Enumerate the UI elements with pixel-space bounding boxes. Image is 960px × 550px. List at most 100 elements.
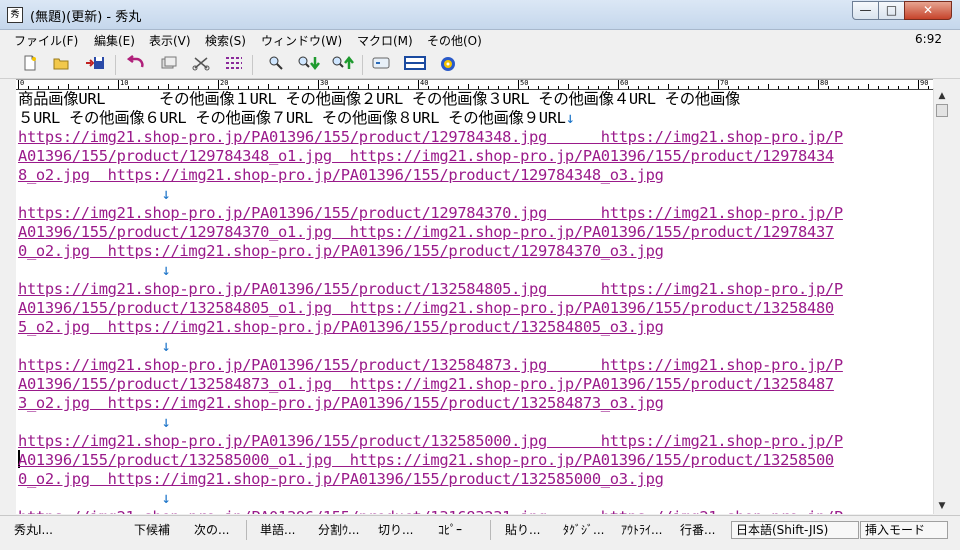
status-paste[interactable]: 貼り...: [505, 521, 540, 538]
text-editor[interactable]: 商品画像URL その他画像１URL その他画像２URL その他画像３URL その…: [16, 90, 933, 514]
help-icon[interactable]: [437, 55, 459, 75]
url-line[interactable]: 8_o2.jpg https://img21.shop-pro.jp/PA013…: [18, 166, 664, 185]
ruler-tick: [348, 86, 349, 89]
ruler-label: 80: [820, 79, 829, 87]
status-split[interactable]: 分割ｳ...: [318, 521, 359, 538]
copy-icon[interactable]: [158, 55, 180, 75]
status-cut[interactable]: 切り...: [378, 521, 413, 538]
maximize-icon: □: [885, 3, 898, 17]
url-line[interactable]: https://img21.shop-pro.jp/PA01396/155/pr…: [18, 508, 843, 514]
ruler-tick: [218, 80, 219, 89]
ruler-tick: [318, 80, 319, 89]
ruler-tick: [488, 86, 489, 89]
maximize-button[interactable]: □: [878, 1, 905, 20]
cut-icon[interactable]: [190, 55, 212, 75]
save-icon[interactable]: [84, 55, 106, 75]
app-icon[interactable]: 秀: [7, 7, 23, 23]
search-icon[interactable]: [265, 55, 287, 75]
ruler-label: 70: [720, 79, 729, 87]
ruler-tick: [178, 86, 179, 89]
menu-search[interactable]: 検索(S): [205, 32, 246, 49]
ruler-tick: [18, 80, 19, 89]
menu-file[interactable]: ファイル(F): [14, 32, 78, 49]
status-separator: [490, 520, 491, 540]
url-line[interactable]: A01396/155/product/129784348_o1.jpg http…: [18, 147, 834, 166]
status-copy[interactable]: ｺﾋﾟｰ: [438, 521, 462, 538]
url-line[interactable]: A01396/155/product/132584873_o1.jpg http…: [18, 375, 834, 394]
close-button[interactable]: ✕: [904, 1, 952, 20]
ruler-tick: [48, 86, 49, 89]
url-line[interactable]: https://img21.shop-pro.jp/PA01396/155/pr…: [18, 128, 843, 147]
minimize-button[interactable]: —: [852, 1, 879, 20]
vertical-scrollbar[interactable]: ▲ ▼: [933, 88, 950, 514]
ruler-tick: [358, 86, 359, 89]
menu-window[interactable]: ウィンドウ(W): [261, 32, 342, 49]
ruler-tick: [248, 86, 249, 89]
ruler-label: 30: [320, 79, 329, 87]
url-line[interactable]: https://img21.shop-pro.jp/PA01396/155/pr…: [18, 356, 843, 375]
open-folder-icon[interactable]: [50, 55, 72, 75]
ruler-tick: [118, 80, 119, 89]
url-line[interactable]: 0_o2.jpg https://img21.shop-pro.jp/PA013…: [18, 470, 664, 489]
menu-macro[interactable]: マクロ(M): [357, 32, 413, 49]
ruler-tick: [918, 80, 919, 89]
status-line-number[interactable]: 行番...: [680, 521, 715, 538]
ruler-label: 20: [220, 79, 229, 87]
status-next-candidate[interactable]: 下候補: [134, 521, 170, 538]
ruler-tick: [68, 84, 69, 89]
window-icon[interactable]: [404, 55, 426, 75]
search-prev-icon[interactable]: [331, 55, 354, 75]
ruler-tick: [878, 86, 879, 89]
status-tag-jump[interactable]: ﾀｸﾞｼﾞ...: [563, 521, 604, 538]
ruler-tick: [458, 86, 459, 89]
toolbar-separator: [252, 55, 253, 75]
url-line[interactable]: https://img21.shop-pro.jp/PA01396/155/pr…: [18, 280, 843, 299]
search-next-icon[interactable]: [297, 55, 320, 75]
line-break-marker: ↓: [18, 185, 171, 203]
paste-icon[interactable]: [223, 55, 245, 75]
text-line: ５URL その他画像６URL その他画像７URL その他画像８URL その他画像…: [18, 109, 575, 127]
ruler-tick: [758, 86, 759, 89]
scroll-down-icon[interactable]: ▼: [934, 498, 950, 514]
ruler-tick: [658, 86, 659, 89]
encoding-indicator[interactable]: 日本語(Shift-JIS): [731, 521, 859, 539]
ruler-tick: [478, 86, 479, 89]
ruler-tick: [698, 86, 699, 89]
ruler-label: 0: [20, 79, 25, 87]
url-line[interactable]: 3_o2.jpg https://img21.shop-pro.jp/PA013…: [18, 394, 664, 413]
grep-icon[interactable]: [370, 55, 392, 75]
status-word[interactable]: 単語...: [260, 521, 295, 538]
scrollbar-thumb[interactable]: [936, 104, 948, 117]
ruler-tick: [278, 86, 279, 89]
url-line[interactable]: 5_o2.jpg https://img21.shop-pro.jp/PA013…: [18, 318, 664, 337]
toolbar: [0, 51, 960, 79]
menu-other[interactable]: その他(O): [427, 32, 482, 49]
clock-display: 6:92: [915, 32, 942, 46]
insert-mode-indicator[interactable]: 挿入モード: [860, 521, 948, 539]
url-line[interactable]: https://img21.shop-pro.jp/PA01396/155/pr…: [18, 432, 843, 451]
url-line[interactable]: A01396/155/product/129784370_o1.jpg http…: [18, 223, 834, 242]
url-line[interactable]: A01396/155/product/132584805_o1.jpg http…: [18, 299, 834, 318]
ruler-tick: [688, 86, 689, 89]
url-line[interactable]: A01396/155/product/132585000_o1.jpg http…: [18, 451, 834, 470]
status-outline[interactable]: ｱｳﾄﾗｲ...: [621, 521, 662, 538]
undo-icon[interactable]: [125, 55, 147, 75]
new-file-icon[interactable]: [19, 55, 41, 75]
scroll-up-icon[interactable]: ▲: [934, 88, 950, 104]
ruler-tick: [158, 86, 159, 89]
ruler-tick: [838, 86, 839, 89]
ruler-tick: [208, 86, 209, 89]
url-line[interactable]: 0_o2.jpg https://img21.shop-pro.jp/PA013…: [18, 242, 664, 261]
close-icon: ✕: [922, 3, 934, 17]
ruler-tick: [818, 80, 819, 89]
ruler-tick: [868, 84, 869, 89]
ruler-tick: [138, 86, 139, 89]
menu-edit[interactable]: 編集(E): [94, 32, 135, 49]
title-bar: 秀 (無題)(更新) - 秀丸 — □ ✕: [0, 0, 960, 30]
menu-view[interactable]: 表示(V): [149, 32, 191, 49]
status-next[interactable]: 次の...: [194, 521, 229, 538]
url-line[interactable]: https://img21.shop-pro.jp/PA01396/155/pr…: [18, 204, 843, 223]
status-app[interactable]: 秀丸I...: [14, 521, 53, 538]
ruler-tick: [408, 86, 409, 89]
line-break-marker: ↓: [18, 261, 171, 279]
